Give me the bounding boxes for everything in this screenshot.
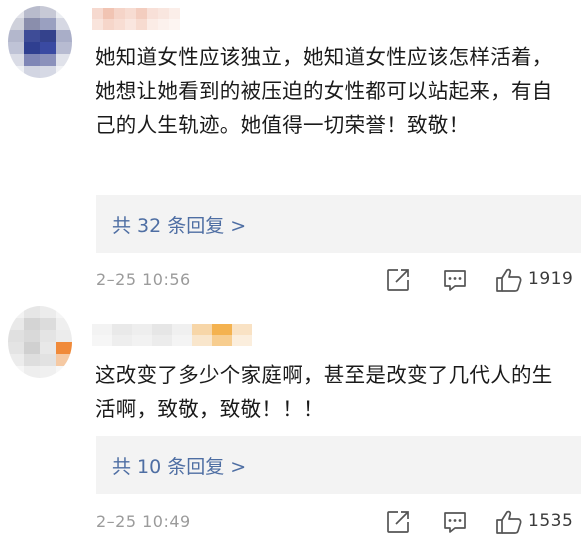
username-blurred[interactable]: [92, 324, 252, 346]
view-replies-button[interactable]: 共 32 条回复 >: [96, 195, 581, 253]
thumbs-up-icon: [496, 268, 522, 292]
comment-item: 她知道女性应该独立，她知道女性应该怎样活着，她想让她看到的被压迫的女性都可以站起…: [0, 0, 587, 300]
thumbs-up-icon: [496, 510, 522, 534]
share-icon: [387, 511, 409, 533]
comment-icon: [444, 512, 466, 533]
timestamp: 2–25 10:56: [96, 270, 191, 289]
like-button[interactable]: [494, 266, 524, 294]
view-replies-label: 共 10 条回复 >: [112, 456, 247, 478]
share-icon: [387, 269, 409, 291]
like-count: 1535: [528, 511, 574, 531]
view-replies-button[interactable]: 共 10 条回复 >: [96, 436, 581, 494]
avatar[interactable]: [8, 6, 72, 78]
comment-text: 这改变了多少个家庭啊，甚至是改变了几代人的生活啊，致敬，致敬！！！: [95, 363, 553, 421]
username-blurred[interactable]: [92, 8, 180, 30]
timestamp: 2–25 10:49: [96, 512, 191, 531]
avatar[interactable]: [8, 306, 72, 378]
like-count: 1919: [528, 269, 574, 289]
share-button[interactable]: [384, 266, 412, 294]
comment-item: 这改变了多少个家庭啊，甚至是改变了几代人的生活啊，致敬，致敬！！！ 共 10 条…: [0, 300, 587, 538]
comment-text: 她知道女性应该独立，她知道女性应该怎样活着，她想让她看到的被压迫的女性都可以站起…: [95, 45, 553, 137]
view-replies-label: 共 32 条回复 >: [112, 215, 247, 237]
share-button[interactable]: [384, 508, 412, 536]
reply-button[interactable]: [441, 266, 469, 294]
reply-button[interactable]: [441, 508, 469, 536]
comment-icon: [444, 270, 466, 291]
like-button[interactable]: [494, 508, 524, 536]
